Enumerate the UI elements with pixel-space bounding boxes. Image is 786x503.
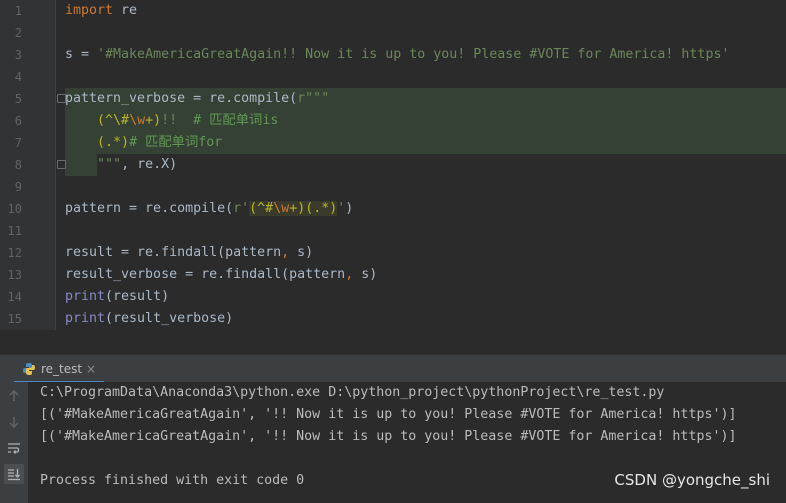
run-tool-window-header: re_test × — [0, 354, 786, 383]
code-text: print(result) — [65, 289, 170, 304]
soft-wrap-icon[interactable] — [6, 440, 22, 456]
code-line[interactable]: 8 """, re.X) — [0, 154, 786, 176]
regex-escape: \w — [129, 113, 146, 128]
regex-group: (.*) — [97, 135, 130, 150]
code-line[interactable]: 11 — [0, 220, 786, 242]
regex-comment: # 匹配单词for — [129, 135, 223, 150]
line-number: 3 — [14, 48, 22, 62]
line-number: 9 — [14, 180, 22, 194]
code-text: (^\#\w+)!! # 匹配单词is — [65, 110, 278, 132]
line-number: 15 — [7, 312, 22, 326]
code-text: result_verbose = re.findall(pattern, s) — [65, 267, 378, 282]
regex-group: +) — [145, 113, 162, 128]
builtin-print: print — [65, 311, 106, 326]
python-icon — [23, 363, 35, 375]
line-number: 13 — [7, 268, 22, 282]
line-number: 14 — [7, 290, 22, 304]
string-literal: !! — [161, 113, 194, 128]
code-text: """, re.X) — [97, 157, 178, 172]
code-line[interactable]: 3 s = '#MakeAmericaGreatAgain!! Now it i… — [0, 44, 786, 66]
code-text: pattern = re.compile(r'(^#\w+)(.*)') — [65, 201, 354, 216]
line-number: 6 — [14, 114, 22, 128]
code-text: import re — [65, 3, 138, 18]
console-line: [('#MakeAmericaGreatAgain', '!! Now it i… — [40, 429, 737, 444]
run-toolbar — [0, 382, 29, 503]
builtin-print: print — [65, 289, 106, 304]
string-literal: '#MakeAmericaGreatAgain!! Now it is up t… — [97, 47, 730, 62]
code-line[interactable]: 13 result_verbose = re.findall(pattern, … — [0, 264, 786, 286]
run-tab-label: re_test — [41, 362, 83, 376]
string-literal: """ — [97, 157, 122, 172]
line-number: 2 — [14, 26, 22, 40]
code-text: (.*)# 匹配单词for — [65, 132, 222, 154]
code-line[interactable]: 15 print(result_verbose) — [0, 308, 786, 330]
line-number: 12 — [7, 246, 22, 260]
code-line[interactable]: 1 import re — [0, 0, 786, 22]
arrow-down-icon[interactable] — [6, 414, 22, 430]
code-line[interactable]: 12 result = re.findall(pattern, s) — [0, 242, 786, 264]
code-text: s = '#MakeAmericaGreatAgain!! Now it is … — [65, 47, 730, 62]
line-number: 1 — [14, 4, 22, 18]
code-line[interactable]: 9 — [0, 176, 786, 198]
regex-escape: \w — [273, 201, 290, 216]
console-line: [('#MakeAmericaGreatAgain', '!! Now it i… — [40, 407, 737, 422]
code-line[interactable]: 7 (.*)# 匹配单词for — [0, 132, 786, 154]
regex-group: (^\# — [97, 113, 130, 128]
console-line: Process finished with exit code 0 — [40, 473, 305, 488]
regex-comment: # 匹配单词is — [193, 113, 279, 128]
scroll-to-end-icon[interactable] — [4, 464, 24, 484]
code-line[interactable]: 5 pattern_verbose = re.compile(r""" — [0, 88, 786, 110]
line-number: 11 — [7, 224, 22, 238]
line-number: 7 — [14, 136, 22, 150]
line-number: 4 — [14, 70, 22, 84]
run-tab[interactable]: re_test × — [14, 355, 104, 383]
keyword-import: import — [65, 3, 114, 18]
code-line[interactable]: 4 — [0, 66, 786, 88]
line-number: 8 — [14, 158, 22, 172]
line-number: 10 — [7, 202, 22, 216]
watermark: CSDN @yongche_shi — [614, 471, 770, 489]
regex-group: (^# — [249, 201, 274, 216]
code-line[interactable]: 14 print(result) — [0, 286, 786, 308]
code-line[interactable]: 6 (^\#\w+)!! # 匹配单词is — [0, 110, 786, 132]
code-editor[interactable]: 1 import re 2 3 s = '#MakeAmericaGreatAg… — [0, 0, 786, 330]
editor-bottom-space — [0, 330, 786, 354]
string-literal: r' — [233, 201, 250, 216]
console-line: C:\ProgramData\Anaconda3\python.exe D:\p… — [40, 385, 665, 400]
code-text: pattern_verbose = re.compile(r""" — [65, 91, 330, 106]
regex-group: +)(.*) — [289, 201, 338, 216]
close-icon[interactable]: × — [86, 355, 96, 383]
code-line[interactable]: 10 pattern = re.compile(r'(^#\w+)(.*)') — [0, 198, 786, 220]
code-line[interactable]: 2 — [0, 22, 786, 44]
arrow-up-icon[interactable] — [6, 388, 22, 404]
code-text: result = re.findall(pattern, s) — [65, 245, 314, 260]
line-number: 5 — [14, 92, 22, 106]
code-text: print(result_verbose) — [65, 311, 234, 326]
string-literal: r""" — [297, 91, 330, 106]
